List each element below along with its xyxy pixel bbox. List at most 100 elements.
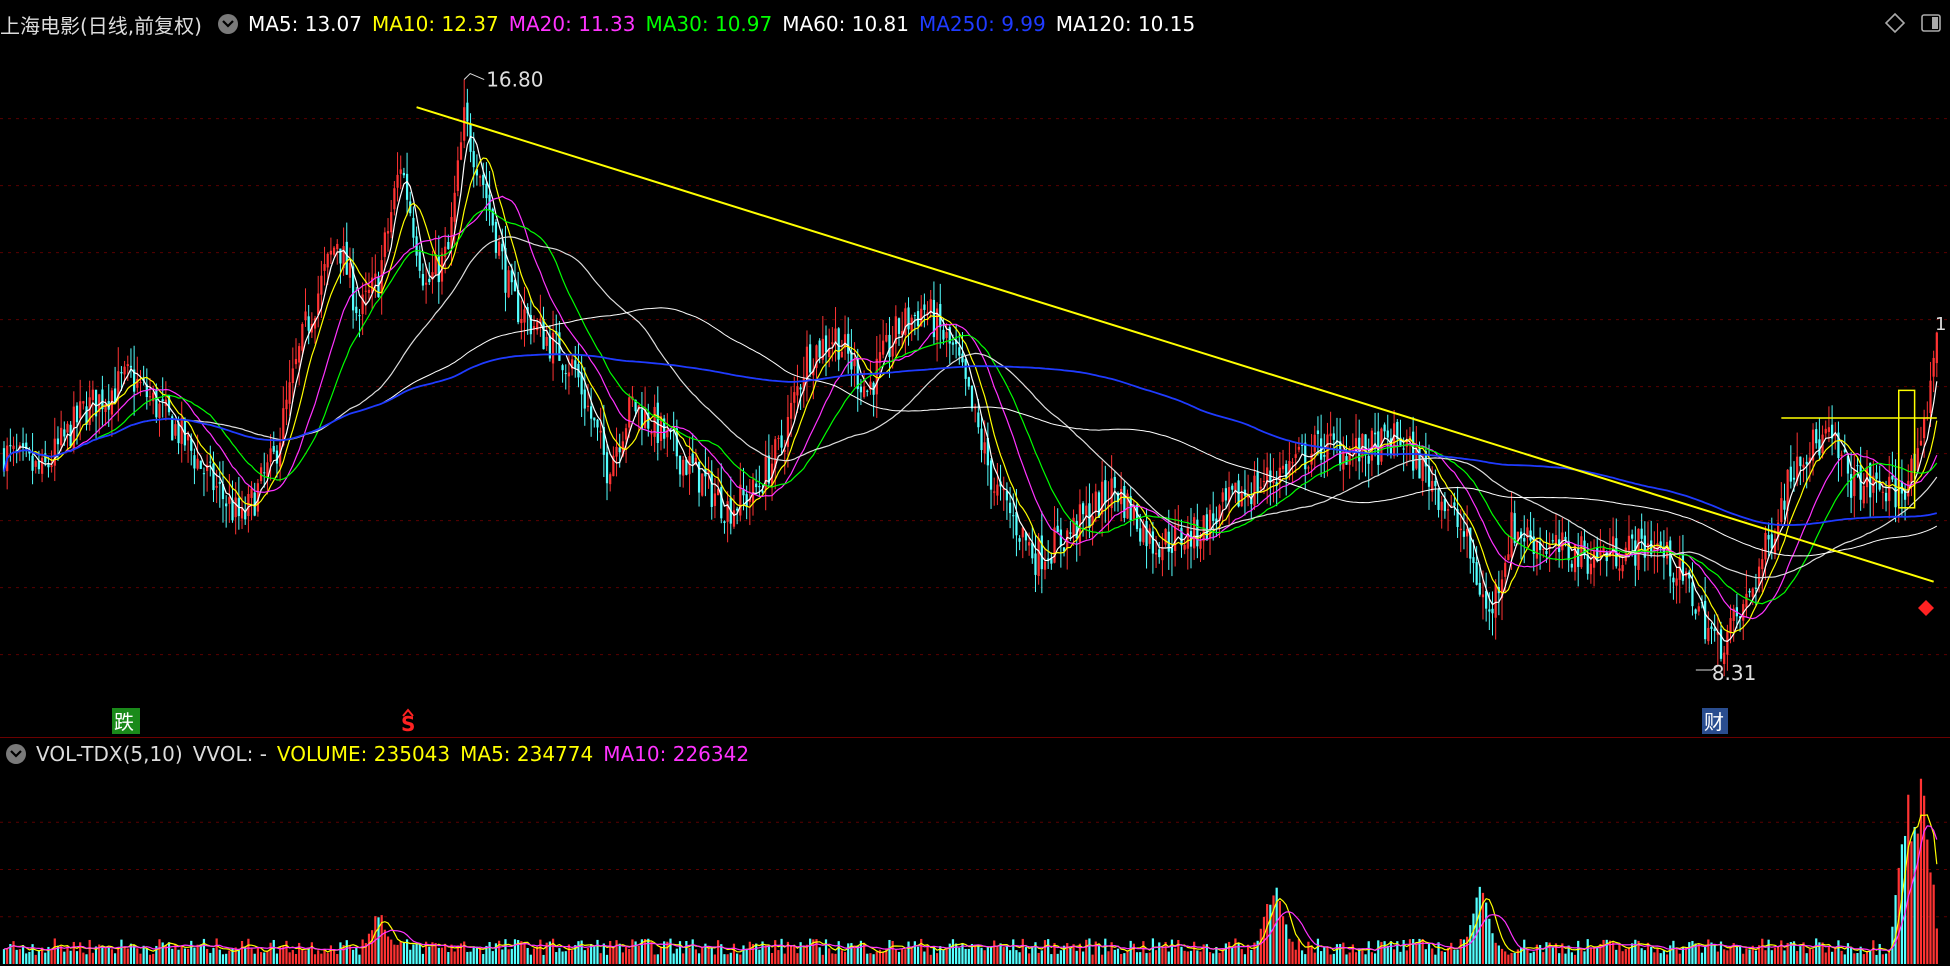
candle-body-533 — [1694, 609, 1697, 614]
candle-body-394 — [1253, 475, 1256, 506]
candle-body-451 — [1434, 480, 1437, 487]
vol-bar-482 — [1532, 951, 1535, 964]
candle-body-308 — [980, 428, 983, 451]
vol-bar-37 — [120, 939, 123, 964]
vol-bar-411 — [1307, 941, 1310, 964]
vol-bar-153 — [488, 942, 491, 964]
vol-bar-58 — [186, 948, 190, 964]
candle-body-77 — [247, 494, 250, 517]
vol-bar-80 — [256, 948, 260, 964]
vol-bar-547 — [1738, 945, 1742, 964]
vol-bar-372 — [1183, 950, 1186, 964]
candle-body-395 — [1256, 472, 1259, 494]
vol-bar-198 — [631, 939, 634, 964]
candle-body-96 — [307, 316, 310, 331]
candle-body-32 — [104, 403, 107, 412]
candle-body-345 — [1097, 492, 1101, 518]
vol-bar-329 — [1047, 939, 1050, 964]
vol-bar-417 — [1326, 946, 1329, 964]
vol-bar-79 — [253, 953, 256, 964]
vol-bar-95 — [304, 950, 307, 964]
vol-bar-470 — [1494, 942, 1497, 964]
vol-bar-358 — [1139, 952, 1142, 964]
vol-bar-606 — [1926, 839, 1929, 964]
candle-body-301 — [958, 347, 961, 356]
candle-body-49 — [158, 403, 161, 419]
vol-bar-173 — [551, 938, 555, 964]
candle-body-285 — [907, 307, 910, 330]
candle-body-543 — [1726, 631, 1729, 655]
candle-body-411 — [1307, 467, 1310, 469]
vol-bar-316 — [1005, 945, 1009, 964]
vol-bar-62 — [199, 944, 202, 964]
vol-bar-99 — [317, 950, 320, 964]
candle-body-193 — [615, 446, 618, 457]
vol-bar-341 — [1085, 939, 1088, 964]
vol-bar-404 — [1285, 924, 1288, 964]
candle-body-84 — [269, 448, 272, 462]
vol-bar-511 — [1624, 948, 1627, 964]
candle-body-272 — [866, 390, 869, 392]
vol-bar-92 — [294, 953, 298, 964]
vol-bar-415 — [1320, 951, 1323, 964]
vol-bar-131 — [418, 943, 421, 964]
candle-body-537 — [1707, 627, 1710, 642]
vol-bar-523 — [1662, 950, 1665, 964]
vol-bar-338 — [1075, 950, 1078, 964]
candle-body-337 — [1072, 517, 1075, 537]
vol-bar-115 — [367, 933, 371, 964]
vol-bar-100 — [320, 953, 323, 964]
vol-bar-237 — [755, 943, 758, 964]
vol-bar-361 — [1148, 952, 1151, 964]
candle-body-341 — [1085, 505, 1088, 517]
candle-body-73 — [234, 497, 237, 518]
marker-cai: 财 — [1704, 710, 1724, 734]
vol-bar-544 — [1729, 946, 1732, 964]
vol-bar-407 — [1294, 949, 1297, 964]
vol-bar-393 — [1250, 950, 1253, 964]
candle-body-17 — [56, 438, 60, 445]
candle-body-249 — [793, 392, 796, 403]
vol-bar-188 — [599, 953, 602, 964]
candle-body-432 — [1373, 432, 1377, 435]
ma30-line — [3, 208, 1938, 605]
vol-bar-535 — [1700, 952, 1704, 964]
vol-bar-584 — [1856, 953, 1859, 964]
candle-body-331 — [1053, 527, 1056, 563]
vol-bar-123 — [393, 944, 396, 964]
vol-bar-55 — [177, 949, 180, 964]
vol-bar-468 — [1488, 918, 1491, 964]
candle-body-16 — [53, 438, 56, 466]
chart-canvas[interactable]: 16.808.31跌 S 财1 — [0, 0, 1950, 966]
vol-bar-249 — [793, 945, 796, 964]
candle-body-381 — [1212, 513, 1215, 521]
vol-bar-371 — [1180, 946, 1183, 964]
candle-body-78 — [250, 488, 253, 498]
vol-bar-174 — [555, 952, 558, 964]
candle-body-25 — [82, 401, 85, 404]
vol-bar-577 — [1834, 946, 1837, 964]
candle-body-299 — [951, 342, 955, 345]
vol-bar-209 — [666, 941, 669, 964]
vol-bar-243 — [774, 940, 777, 964]
candle-body-369 — [1174, 525, 1177, 552]
candle-body-190 — [605, 452, 609, 484]
vol-bar-261 — [831, 953, 834, 964]
vol-bar-310 — [986, 947, 989, 964]
vol-bar-520 — [1653, 952, 1656, 964]
candle-body-550 — [1748, 591, 1751, 593]
vol-bar-354 — [1126, 950, 1129, 964]
vol-bar-287 — [913, 941, 916, 964]
vol-bar-502 — [1596, 948, 1599, 964]
candle-body-196 — [624, 428, 628, 440]
candle-body-582 — [1850, 474, 1853, 498]
vol-bar-556 — [1767, 939, 1770, 964]
candle-body-282 — [897, 318, 901, 334]
candle-body-142 — [453, 192, 456, 222]
vol-bar-479 — [1523, 939, 1526, 964]
vol-bar-326 — [1037, 952, 1040, 964]
vol-bar-392 — [1247, 944, 1250, 964]
candle-body-144 — [459, 142, 463, 160]
vol-bar-509 — [1618, 944, 1621, 964]
vol-bar-534 — [1697, 943, 1700, 964]
